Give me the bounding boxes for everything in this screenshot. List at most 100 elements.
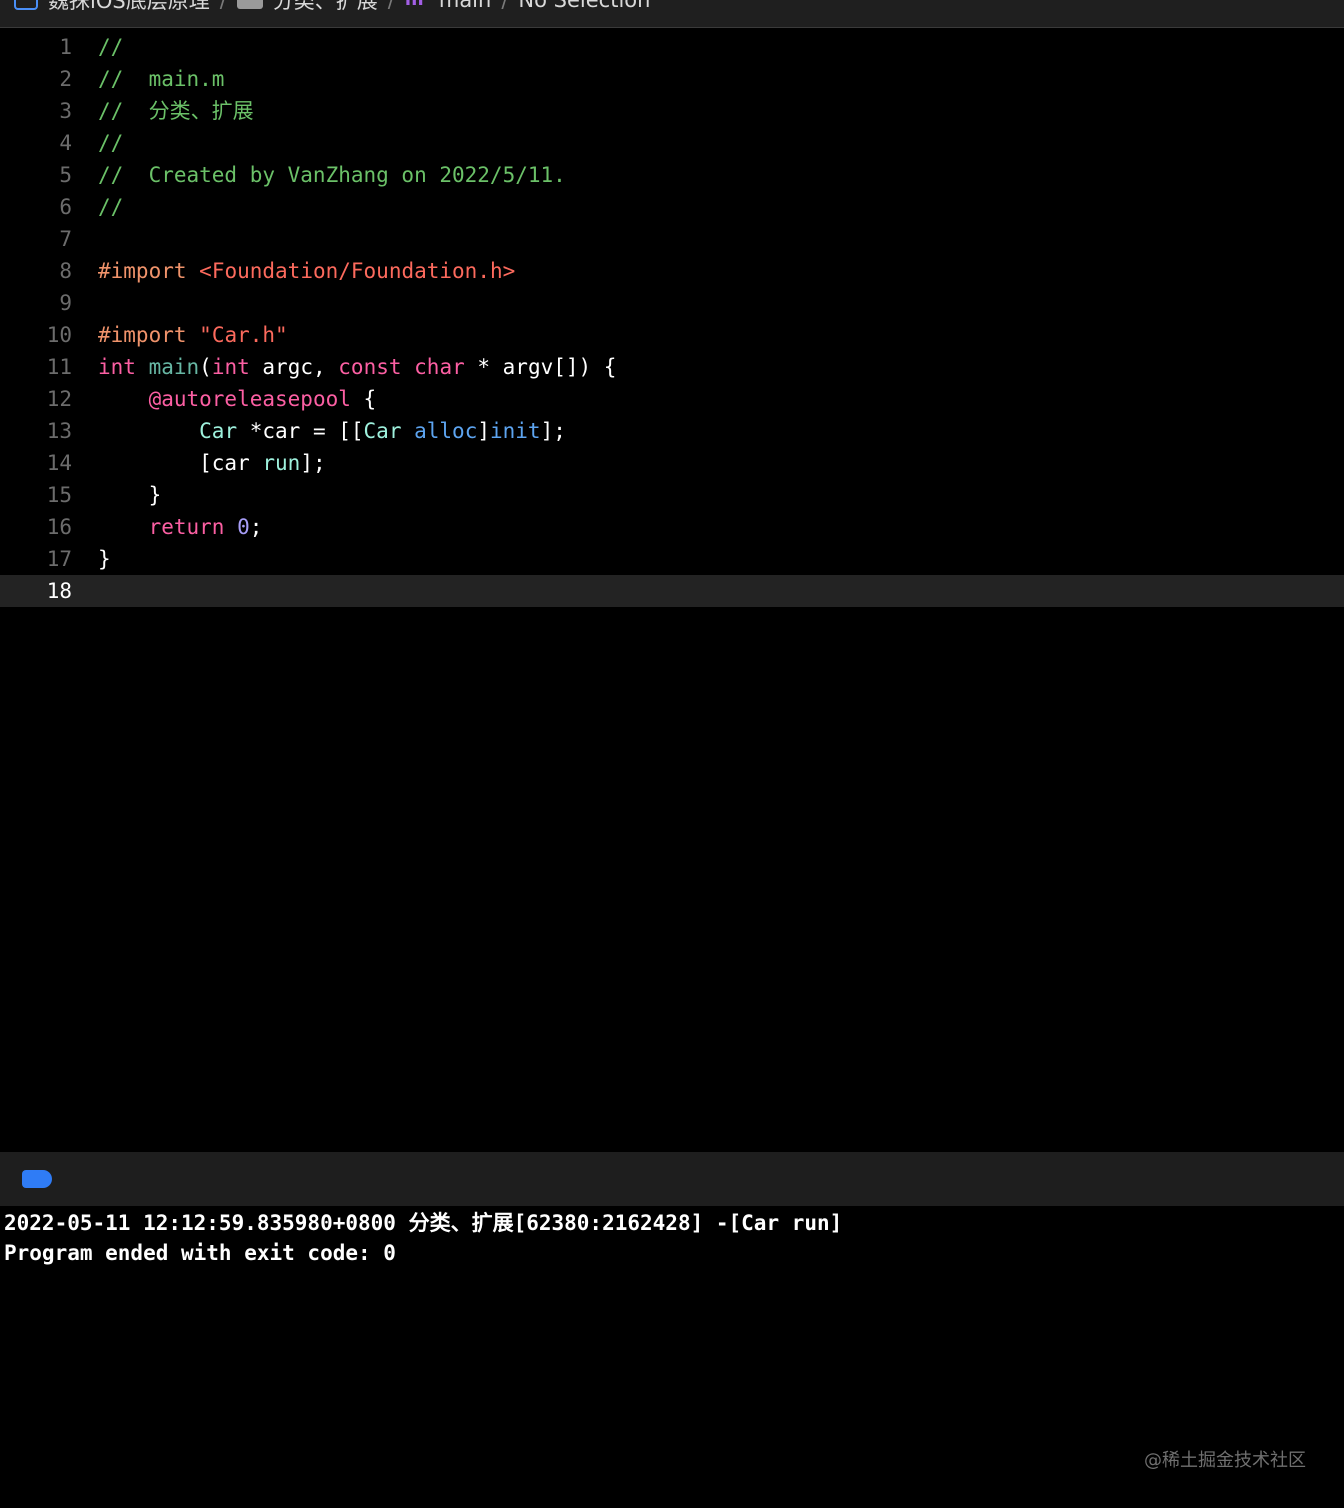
code-token: int bbox=[98, 355, 136, 379]
code-token: #import bbox=[98, 323, 187, 347]
code-line[interactable]: 5 // Created by VanZhang on 2022/5/11. bbox=[0, 159, 1344, 191]
code-text: // bbox=[98, 31, 123, 63]
code-token: ]; bbox=[300, 451, 326, 475]
folder-icon bbox=[236, 0, 263, 9]
code-line[interactable]: 17} bbox=[0, 543, 1344, 575]
line-number: 13 bbox=[46, 419, 72, 443]
code-text: // main.m bbox=[98, 63, 224, 95]
code-line[interactable]: 9 bbox=[0, 287, 1344, 319]
breadcrumb-group[interactable]: 分类、扩展 bbox=[236, 0, 378, 15]
code-line[interactable]: 2 // main.m bbox=[0, 63, 1344, 95]
code-line[interactable]: 16 return 0; bbox=[0, 511, 1344, 543]
code-text: // bbox=[98, 191, 123, 223]
code-line[interactable]: 8 #import <Foundation/Foundation.h> bbox=[0, 255, 1344, 287]
line-number: 12 bbox=[46, 387, 72, 411]
breakpoint-toggle-icon[interactable] bbox=[22, 1170, 52, 1188]
code-line[interactable]: 3 // 分类、扩展 bbox=[0, 95, 1344, 127]
code-token: "Car.h" bbox=[199, 323, 288, 347]
breadcrumb-separator: / bbox=[501, 0, 509, 12]
breadcrumb-group-label: 分类、扩展 bbox=[272, 0, 378, 13]
code-token: // 分类、扩展 bbox=[98, 99, 254, 123]
code-token: ; bbox=[249, 515, 263, 539]
line-number: 9 bbox=[59, 291, 72, 315]
code-token: main bbox=[148, 355, 200, 379]
code-line[interactable]: 13 Car *car = [[Car alloc]init]; bbox=[0, 415, 1344, 447]
console-output[interactable]: 2022-05-11 12:12:59.835980+0800 分类、扩展[62… bbox=[0, 1206, 1344, 1508]
code-token: * argv[]) { bbox=[464, 355, 617, 379]
line-number: 5 bbox=[59, 163, 72, 187]
code-token: // bbox=[98, 35, 124, 59]
code-token: // bbox=[98, 195, 124, 219]
code-token: *car = [[ bbox=[237, 419, 364, 443]
code-text: int main(int argc, const char * argv[]) … bbox=[98, 351, 616, 383]
code-token: ]; bbox=[540, 419, 566, 443]
breadcrumb-function-label: main bbox=[438, 0, 492, 12]
console-toolbar bbox=[0, 1152, 1344, 1206]
code-line[interactable]: 10 #import "Car.h" bbox=[0, 319, 1344, 351]
code-text: // bbox=[98, 127, 123, 159]
code-editor[interactable]: 1 // 2 // main.m 3 // 分类、扩展 4 // 5 // Created by … bbox=[0, 30, 1344, 1150]
code-token: // main.m bbox=[98, 67, 225, 91]
code-token: // bbox=[98, 131, 124, 155]
line-number: 14 bbox=[46, 451, 72, 475]
code-text: // Created by VanZhang on 2022/5/11. bbox=[98, 159, 566, 191]
line-number: 18 bbox=[46, 579, 72, 603]
code-token: [car bbox=[98, 451, 263, 475]
code-token: Car bbox=[199, 419, 238, 443]
code-token: int bbox=[211, 355, 250, 379]
code-text: Car *car = [[Car alloc]init]; bbox=[98, 415, 566, 447]
code-text: return 0; bbox=[98, 511, 263, 543]
code-line[interactable]: 1 // bbox=[0, 31, 1344, 63]
code-token: alloc bbox=[414, 419, 478, 443]
code-token: } bbox=[98, 547, 111, 571]
code-line[interactable]: 15 } bbox=[0, 479, 1344, 511]
line-number: 16 bbox=[46, 515, 72, 539]
code-line[interactable]: 7 bbox=[0, 223, 1344, 255]
line-number: 17 bbox=[46, 547, 72, 571]
code-text: } bbox=[98, 543, 111, 575]
code-token: char bbox=[414, 355, 465, 379]
console-line: 2022-05-11 12:12:59.835980+0800 分类、扩展[62… bbox=[4, 1211, 843, 1235]
code-token: return bbox=[148, 515, 225, 539]
breadcrumb-selection-label: No Selection bbox=[518, 0, 651, 12]
code-token: init bbox=[490, 419, 541, 443]
line-number: 1 bbox=[59, 35, 72, 59]
code-token: 0 bbox=[237, 515, 250, 539]
line-number: 2 bbox=[59, 67, 72, 91]
breadcrumb-selection[interactable]: No Selection bbox=[518, 0, 650, 12]
code-line[interactable]: 12 @autoreleasepool { bbox=[0, 383, 1344, 415]
code-token: } bbox=[98, 483, 162, 507]
line-number: 11 bbox=[46, 355, 72, 379]
code-line[interactable]: 6 // bbox=[0, 191, 1344, 223]
line-number: 6 bbox=[59, 195, 72, 219]
breadcrumb-separator: / bbox=[219, 0, 227, 12]
code-token: ] bbox=[477, 419, 490, 443]
code-token: Car bbox=[363, 419, 402, 443]
line-number: 15 bbox=[46, 483, 72, 507]
function-icon: m bbox=[405, 0, 429, 10]
breadcrumb-project[interactable]: 魏抹iOS底层原理 bbox=[14, 0, 210, 15]
line-number: 3 bbox=[59, 99, 72, 123]
code-token: ( bbox=[199, 355, 212, 379]
line-number: 4 bbox=[59, 131, 72, 155]
code-line[interactable]: 18 bbox=[0, 575, 1344, 607]
code-text: #import "Car.h" bbox=[98, 319, 288, 351]
code-token: argc, bbox=[249, 355, 339, 379]
code-line[interactable]: 4 // bbox=[0, 127, 1344, 159]
code-token: const bbox=[338, 355, 402, 379]
line-number: 10 bbox=[46, 323, 72, 347]
code-token: <Foundation/Foundation.h> bbox=[199, 259, 516, 283]
code-token: { bbox=[350, 387, 377, 411]
breadcrumb-function[interactable]: m main bbox=[405, 0, 491, 12]
code-line[interactable]: 11 int main(int argc, const char * argv[]… bbox=[0, 351, 1344, 383]
code-line[interactable]: 14 [car run]; bbox=[0, 447, 1344, 479]
code-token: #import bbox=[98, 259, 187, 283]
